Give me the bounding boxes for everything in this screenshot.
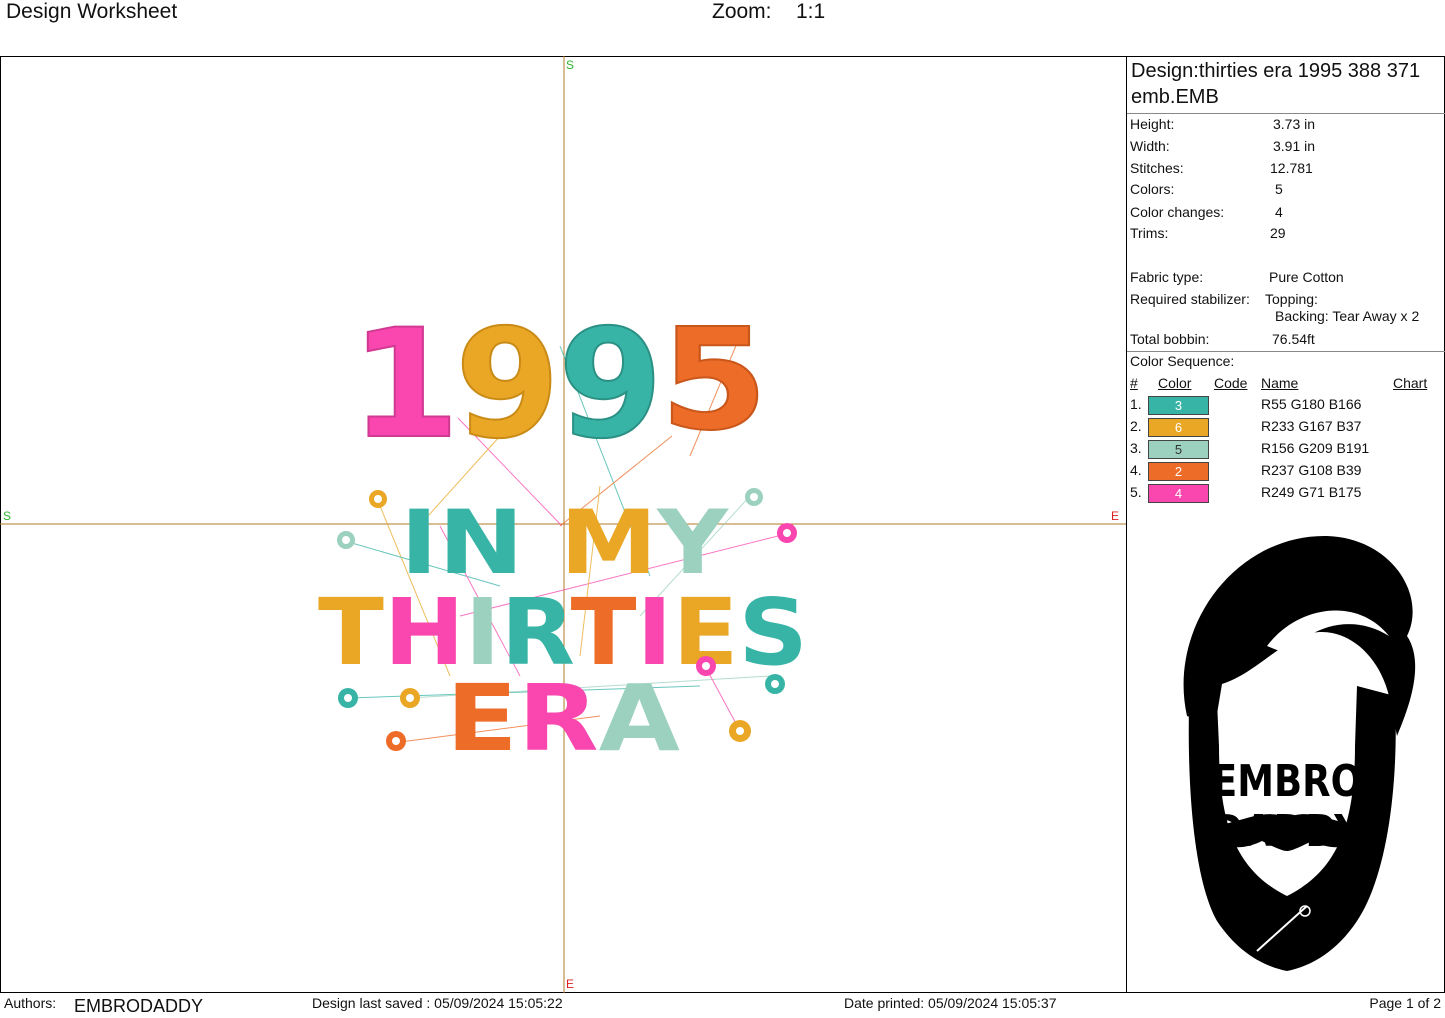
color-sequence-row[interactable]: 1. 3 R55 G180 B166 <box>1127 395 1445 415</box>
zoom-label: Zoom: <box>712 0 772 23</box>
authors-value: EMBRODADDY <box>74 996 204 1016</box>
seq-header-name: Name <box>1261 375 1299 391</box>
digit-5: 5 <box>660 299 768 462</box>
spec-label-color-changes: Color changes: <box>1130 204 1225 220</box>
logo-text-daddy: DADDY <box>1212 806 1363 857</box>
color-swatch: 3 <box>1148 396 1209 415</box>
design-info-panel: Design:thirties era 1995 388 371 emb.EMB… <box>1127 56 1445 993</box>
spec-value-stitches: 12.781 <box>1270 160 1313 176</box>
bobbin-value: 76.54ft <box>1272 331 1315 347</box>
fabric-type-value: Pure Cotton <box>1269 269 1344 285</box>
spec-value-color-changes: 4 <box>1275 204 1283 220</box>
seq-rgb: R156 G209 B191 <box>1261 440 1370 456</box>
axis-label-left: S <box>3 509 11 523</box>
zoom-value[interactable]: 1:1 <box>796 0 825 24</box>
color-swatch: 6 <box>1148 418 1209 437</box>
flower-icon <box>338 688 358 708</box>
seq-header-color: Color <box>1158 375 1192 391</box>
axis-label-bottom: E <box>566 977 574 991</box>
seq-rgb: R237 G108 B39 <box>1261 462 1362 478</box>
digit-9a: 9 <box>455 298 560 472</box>
seq-header-code: Code <box>1214 375 1248 391</box>
topping-label: Topping: <box>1265 291 1318 307</box>
flower-icon <box>777 523 797 543</box>
flower-icon <box>369 490 387 508</box>
spec-label-stitches: Stitches: <box>1130 160 1184 176</box>
backing-value: Backing: Tear Away x 2 <box>1275 308 1420 324</box>
brand-logo: EMBRO DADDY <box>1127 526 1445 986</box>
seq-rgb: R55 G180 B166 <box>1261 396 1362 412</box>
spec-value-trims: 29 <box>1270 225 1286 241</box>
color-sequence-row[interactable]: 4. 2 R237 G108 B39 <box>1127 461 1445 481</box>
worksheet-footer: Authors: EMBRODADDY Design last saved : … <box>0 993 1445 1018</box>
fabric-type-label: Fabric type: <box>1130 269 1204 285</box>
logo-text-embro: EMBRO <box>1212 756 1362 807</box>
flower-icon <box>386 731 406 751</box>
worksheet-title: Design Worksheet <box>6 0 178 23</box>
seq-num: 2. <box>1130 418 1142 434</box>
flower-icon <box>745 488 763 506</box>
color-sequence-row[interactable]: 2. 6 R233 G167 B37 <box>1127 417 1445 437</box>
last-saved-date: Design last saved : 05/09/2024 15:05:22 <box>312 995 563 1011</box>
seq-num: 4. <box>1130 462 1142 478</box>
color-sequence-row[interactable]: 3. 5 R156 G209 B191 <box>1127 439 1445 459</box>
flower-icon <box>400 688 420 708</box>
spec-value-width: 3.91 in <box>1273 138 1316 154</box>
authors-label: Authors: <box>4 995 57 1011</box>
flower-icon <box>729 720 751 742</box>
bearded-man-logo-icon: EMBRO DADDY <box>1183 535 1416 971</box>
seq-num: 3. <box>1130 440 1142 456</box>
seq-header-num: # <box>1130 375 1138 391</box>
spec-value-height: 3.73 in <box>1273 116 1316 132</box>
divider <box>1127 113 1445 114</box>
worksheet-header: Design Worksheet Zoom: 1:1 <box>0 0 1445 56</box>
stabilizer-label: Required stabilizer: <box>1130 291 1250 307</box>
spec-label-width: Width: <box>1130 138 1170 154</box>
flower-icon <box>696 656 716 676</box>
seq-rgb: R249 G71 B175 <box>1261 484 1362 500</box>
seq-num: 5. <box>1130 484 1142 500</box>
date-printed: Date printed: 05/09/2024 15:05:37 <box>844 995 1057 1011</box>
design-canvas[interactable]: S S E E 1 9 9 5 IN M Y THIRTIES ER A <box>0 56 1127 993</box>
axis-label-right: E <box>1111 509 1119 523</box>
spec-label-height: Height: <box>1130 116 1175 132</box>
flower-icon <box>765 674 785 694</box>
bobbin-label: Total bobbin: <box>1130 331 1210 347</box>
spec-label-colors: Colors: <box>1130 181 1175 197</box>
spec-label-trims: Trims: <box>1130 225 1169 241</box>
design-file-name: Design:thirties era 1995 388 371 emb.EMB <box>1131 60 1421 108</box>
design-preview: S S E E 1 9 9 5 IN M Y THIRTIES ER A <box>0 56 1126 993</box>
seq-header-chart: Chart <box>1393 375 1428 391</box>
digit-9b: 9 <box>558 298 663 472</box>
color-sequence-label: Color Sequence: <box>1130 353 1235 369</box>
color-swatch: 4 <box>1148 484 1209 503</box>
color-sequence-row[interactable]: 5. 4 R249 G71 B175 <box>1127 483 1445 503</box>
axis-label-top: S <box>566 58 574 72</box>
digit-1: 1 <box>350 298 460 472</box>
spec-value-colors: 5 <box>1275 181 1283 197</box>
color-swatch: 2 <box>1148 462 1209 481</box>
word-era: ER A <box>446 665 680 772</box>
seq-num: 1. <box>1130 396 1142 412</box>
page-number: Page 1 of 2 <box>1369 995 1441 1011</box>
seq-rgb: R233 G167 B37 <box>1261 418 1362 434</box>
flower-icon <box>337 531 355 549</box>
color-swatch: 5 <box>1148 440 1209 459</box>
